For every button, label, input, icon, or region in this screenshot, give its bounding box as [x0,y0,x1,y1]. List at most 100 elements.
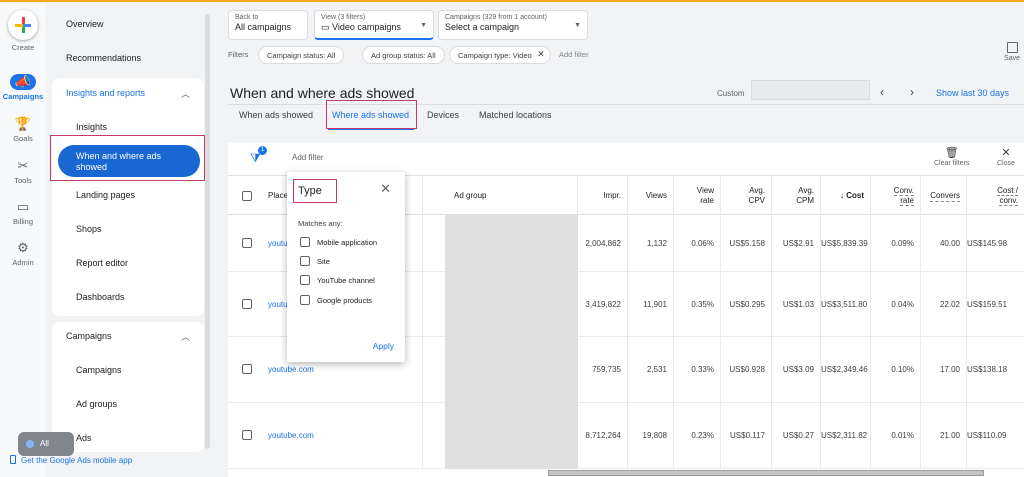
tab-matched-locations[interactable]: Matched locations [479,110,552,120]
cell-views: 2,531 [628,337,674,402]
nav-item-campaigns[interactable]: Campaigns [76,365,122,375]
navigation-panel: Overview Recommendations Insights and re… [50,2,210,477]
chevron-up-icon[interactable]: ︿ [181,87,190,100]
rail-item-billing[interactable]: ▭ Billing [0,199,46,226]
column-view-rate[interactable]: View rate [674,176,721,216]
view-value: ▭ Video campaigns [321,22,401,32]
column-conv-rate[interactable]: Conv. rate [871,176,921,216]
close-button[interactable]: ✕ Close [997,146,1015,167]
rail-item-campaigns[interactable]: 📣 Campaigns [0,74,46,101]
nav-scrollbar[interactable] [205,14,210,449]
nav-item-ad-groups[interactable]: Ad groups [76,399,117,409]
conversions-label: Convers [930,190,960,202]
column-views[interactable]: Views [628,176,674,216]
nav-item-landing-pages[interactable]: Landing pages [76,190,135,200]
view-rate-1: View [696,186,714,195]
chevron-right-icon[interactable]: › [910,85,914,99]
placement-link[interactable]: youtube.com [268,431,314,440]
chevron-up-icon[interactable]: ︿ [181,330,190,343]
close-icon[interactable]: ✕ [537,49,545,60]
cell-avg-cpm: US$1.03 [772,272,821,336]
option-checkbox[interactable] [300,275,310,285]
view-picker[interactable]: View (3 filters) ▭ Video campaigns ▼ [314,10,434,40]
clear-filters-label: Clear filters [934,160,970,167]
date-range-label: Custom [717,89,745,98]
nav-item-insights[interactable]: Insights [76,122,107,132]
tab-when-ads-showed[interactable]: When ads showed [239,110,313,120]
row-checkbox[interactable] [242,299,252,309]
create-button[interactable]: Create [0,10,46,52]
show-last-30-days-link[interactable]: Show last 30 days [936,88,1009,98]
highlight-outline [50,135,205,181]
table-row: youtube.com 8,712,264 19,808 0.23% US$0.… [228,403,1024,469]
filter-chip-ad-group-status[interactable]: Ad group status: All [362,46,445,64]
column-cost[interactable]: ↓ Cost [821,176,871,216]
placement-link[interactable]: youtube.com [268,365,314,374]
option-checkbox[interactable] [300,237,310,247]
tab-devices[interactable]: Devices [427,110,459,120]
rail-item-admin[interactable]: ⚙ Admin [0,240,46,267]
cell-cost: US$2,311.82 [821,403,871,468]
column-avg-cpv[interactable]: Avg. CPV [721,176,772,216]
row-checkbox[interactable] [242,364,252,374]
apply-button[interactable]: Apply [373,341,394,351]
column-ad-group[interactable]: Ad group [446,176,578,216]
avg-cpm-1: Avg. [798,186,814,195]
column-conversions[interactable]: Convers [921,176,967,216]
nav-item-ads[interactable]: Ads [76,433,92,443]
nav-item-dashboards[interactable]: Dashboards [76,292,125,302]
nav-item-report-editor[interactable]: Report editor [76,258,128,268]
column-cost-per-conv[interactable]: Cost / conv. [967,176,1024,216]
date-range-field[interactable] [751,80,870,100]
select-all-checkbox[interactable] [242,191,252,201]
horizontal-scrollbar[interactable] [548,470,984,476]
rail-item-goals[interactable]: 🏆 Goals [0,116,46,143]
dropdown-arrow-icon: ▼ [574,22,581,29]
filter-chip-campaign-status[interactable]: Campaign status: All [258,46,345,64]
row-checkbox[interactable] [242,430,252,440]
chevron-left-icon[interactable]: ‹ [880,85,884,99]
back-to-value: All campaigns [235,22,292,32]
option-checkbox[interactable] [300,256,310,266]
insights-header[interactable]: Insights and reports [66,88,145,98]
cell-conversions: 21.00 [921,403,967,468]
ad-group-column-redacted [445,215,578,469]
cell-conversions: 17.00 [921,337,967,402]
clear-filters-button[interactable]: 🗑 Clear filters [934,146,969,167]
rail-item-tools[interactable]: ✂ Tools [0,158,46,185]
filter-chip-campaign-type[interactable]: Campaign type: Video ✕ [449,46,551,64]
mobile-app-link[interactable]: Get the Google Ads mobile app [10,455,132,465]
add-filter-link[interactable]: Add filter [559,50,589,59]
phone-icon [10,455,16,464]
nav-item-recommendations[interactable]: Recommendations [66,53,141,63]
view-rate-2: rate [700,196,714,205]
campaign-picker[interactable]: Campaigns (329 from 1 account) Select a … [438,10,588,40]
campaigns-label: Campaigns (329 from 1 account) [445,14,547,21]
placement-link[interactable]: youtu [268,300,288,309]
nav-item-shops[interactable]: Shops [76,224,102,234]
filter-count-badge: 1 [258,146,267,155]
cell-avg-cpv: US$0.295 [721,272,772,336]
floating-assistant[interactable]: All [18,432,74,456]
campaigns-value: Select a campaign [445,22,520,32]
campaigns-header[interactable]: Campaigns [66,331,112,341]
back-to-picker[interactable]: Back to All campaigns [228,10,308,40]
save-label: Save [1004,55,1020,62]
close-icon[interactable]: ✕ [380,181,391,197]
column-impr[interactable]: Impr. [578,176,628,216]
column-avg-cpm[interactable]: Avg. CPM [772,176,821,216]
placement-link[interactable]: youtu [268,239,288,248]
nav-item-overview[interactable]: Overview [66,19,104,29]
option-site[interactable]: Site [300,256,330,266]
save-button[interactable]: Save [1004,42,1020,62]
option-youtube-channel[interactable]: YouTube channel [300,275,375,285]
cell-views: 11,901 [628,272,674,336]
option-checkbox[interactable] [300,295,310,305]
matches-label: Matches any: [298,219,343,228]
option-mobile-application[interactable]: Mobile application [300,237,377,247]
rail-label-goals: Goals [13,134,33,143]
option-google-products[interactable]: Google products [300,295,372,305]
row-checkbox[interactable] [242,238,252,248]
add-filter-button[interactable]: Add filter [292,153,324,162]
insights-section: Insights and reports ︿ Insights When and… [50,78,205,316]
